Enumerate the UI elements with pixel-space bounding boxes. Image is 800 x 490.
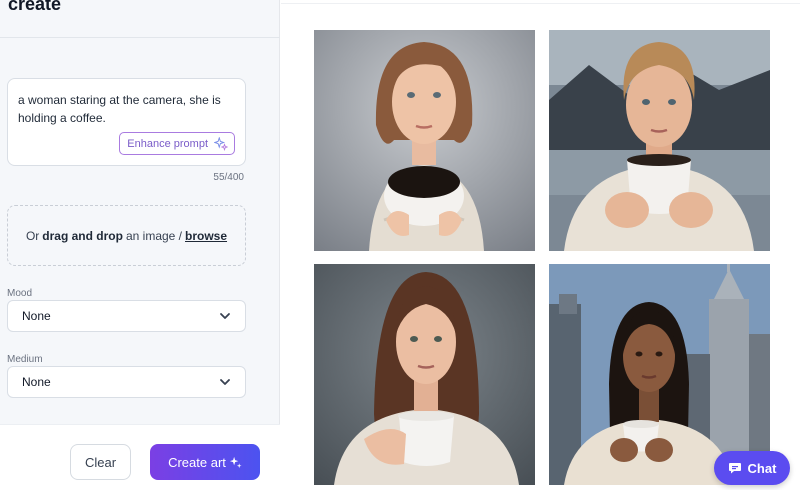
chevron-down-icon [220,379,230,385]
generated-image-icon [549,30,770,251]
generated-image-1[interactable] [314,30,535,251]
action-bar: Clear Create art [0,424,280,490]
sparkle-icon [214,136,228,151]
mood-select[interactable]: None [7,300,246,332]
page-title: create [8,0,62,14]
title-divider [0,37,280,38]
chat-bubble-icon [728,463,741,474]
enhance-prompt-button[interactable]: Enhance prompt [119,132,235,155]
gallery-top-border [281,3,800,4]
browse-link[interactable]: browse [185,229,227,243]
image-drop-zone[interactable]: Or drag and drop an image / browse [7,205,246,266]
create-art-button[interactable]: Create art [150,444,260,480]
generated-image-3[interactable] [314,264,535,485]
prompt-textarea[interactable]: a woman staring at the camera, she is ho… [7,78,246,166]
clear-button[interactable]: Clear [70,444,131,480]
chat-button[interactable]: Chat [714,451,790,485]
drop-drag-text: drag and drop [42,228,123,243]
clear-label: Clear [84,454,117,470]
medium-label: Medium [7,354,43,365]
enhance-prompt-label: Enhance prompt [127,137,208,150]
mood-value: None [22,309,51,323]
drop-middle-text: an image / [125,228,183,243]
generated-image-icon [314,264,535,485]
drop-prefix: Or [25,228,40,243]
medium-select[interactable]: None [7,366,246,398]
prompt-text[interactable]: a woman staring at the camera, she is ho… [18,91,238,127]
mood-label: Mood [7,288,33,299]
chevron-down-icon [220,313,230,319]
character-count: 55/400 [213,172,244,183]
chat-label: Chat [747,460,777,476]
sparkle-icon [229,456,242,468]
generated-image-2[interactable] [549,30,770,251]
create-art-label: Create art [168,454,226,470]
generated-image-icon [314,30,535,251]
medium-value: None [22,375,51,389]
left-panel: create a woman staring at the camera, sh… [0,0,280,490]
